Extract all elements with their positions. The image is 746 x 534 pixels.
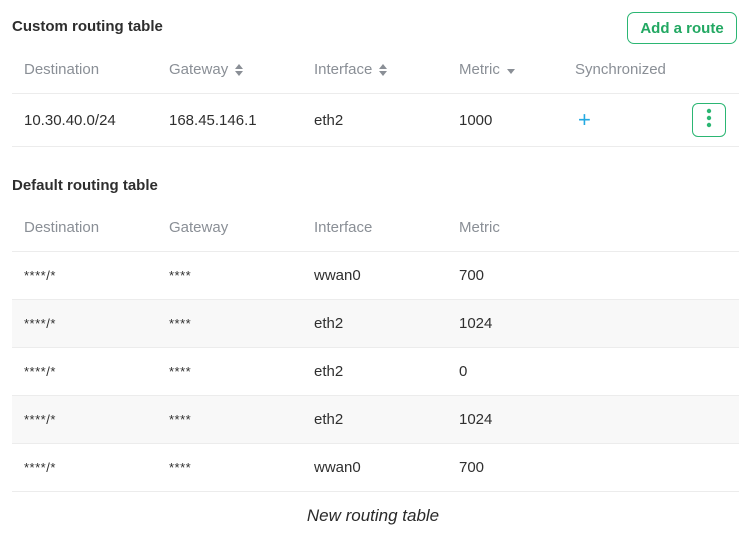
column-header-interface: Interface [314,219,373,236]
table-row: 10.30.40.0/24 168.45.146.1 eth2 1000 + [12,94,739,147]
cell-metric: 1024 [459,411,493,428]
column-header-synchronized: Synchronized [575,46,666,93]
table-header-row: Destination Gateway Interface Metric Syn… [12,46,739,94]
cell-interface: eth2 [314,411,344,428]
sort-both-icon[interactable] [378,63,388,77]
column-header-label: Synchronized [575,61,666,78]
cell-destination: ****/* [24,460,56,475]
cell-destination: ****/* [24,268,56,283]
cell-interface: eth2 [314,315,344,332]
table-header-row: Destination Gateway Interface Metric [12,204,739,252]
column-header-destination: Destination [24,219,100,236]
cell-destination: 10.30.40.0/24 [24,111,116,129]
table-row: ****/* **** eth2 0 [12,348,739,396]
table-row: ****/* **** wwan0 700 [12,252,739,300]
column-header-label: Gateway [169,61,229,78]
cell-metric: 1000 [459,111,493,129]
column-header-gateway[interactable]: Gateway [169,46,244,93]
figure-caption: New routing table [306,506,440,525]
plus-icon[interactable]: + [578,109,591,131]
cell-interface: wwan0 [314,267,361,284]
cell-gateway: **** [169,268,192,283]
cell-interface: eth2 [314,111,344,129]
cell-destination: ****/* [24,316,56,331]
cell-gateway: **** [169,412,192,427]
cell-gateway: **** [169,460,192,475]
default-routing-table: Destination Gateway Interface Metric ***… [12,204,739,492]
column-header-destination: Destination [24,46,99,93]
cell-gateway: **** [169,364,192,379]
column-header-metric[interactable]: Metric [459,46,516,93]
column-header-metric: Metric [459,219,500,236]
cell-metric: 1024 [459,315,493,332]
table-row: ****/* **** wwan0 700 [12,444,739,492]
row-actions-button[interactable] [692,103,726,137]
column-header-label: Interface [314,61,373,78]
custom-table-title: Custom routing table [12,18,163,35]
cell-metric: 700 [459,459,485,476]
cell-interface: eth2 [314,363,344,380]
table-row: ****/* **** eth2 1024 [12,300,739,348]
add-route-button[interactable]: Add a route [627,12,737,44]
cell-metric: 700 [459,267,485,284]
cell-destination: ****/* [24,364,56,379]
column-header-label: Metric [459,61,500,78]
cell-gateway: **** [169,316,192,331]
column-header-interface[interactable]: Interface [314,46,388,93]
column-header-label: Destination [24,61,100,78]
cell-gateway: 168.45.146.1 [169,111,257,129]
sort-descending-icon[interactable] [506,63,516,77]
table-row: ****/* **** eth2 1024 [12,396,739,444]
cell-destination: ****/* [24,412,56,427]
cell-synchronized[interactable]: + [578,94,591,146]
custom-routing-table: Destination Gateway Interface Metric Syn… [12,46,739,147]
default-table-title: Default routing table [12,177,158,194]
sort-both-icon[interactable] [234,63,244,77]
column-header-gateway: Gateway [169,219,229,236]
cell-interface: wwan0 [314,459,361,476]
more-vertical-icon [706,108,712,133]
cell-metric: 0 [459,363,468,380]
